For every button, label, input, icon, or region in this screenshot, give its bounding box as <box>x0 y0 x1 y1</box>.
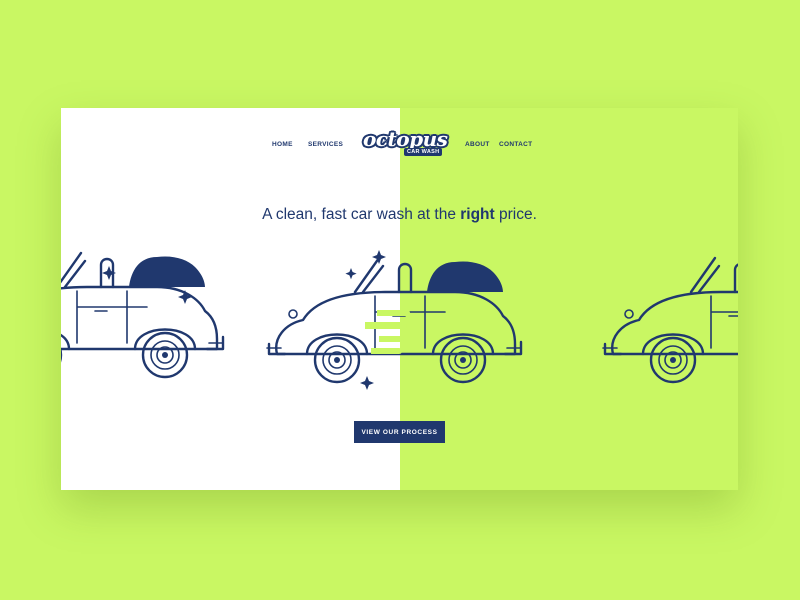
car-left-partial <box>61 251 225 379</box>
car-center-washing <box>265 256 523 384</box>
octopus-logo[interactable]: octopus CAR WASH <box>359 126 448 160</box>
nav-home[interactable]: HOME <box>272 141 293 148</box>
headline-before: A clean, fast car wash at the <box>262 206 461 223</box>
headline-bold: right <box>460 206 495 223</box>
nav-services[interactable]: SERVICES <box>308 141 343 148</box>
sparkle-icon <box>360 376 374 390</box>
nav-contact[interactable]: CONTACT <box>499 141 532 148</box>
hero-headline: A clean, fast car wash at the right pric… <box>61 206 738 224</box>
hero-card: HOME SERVICES ABOUT CONTACT octopus CAR … <box>61 108 738 490</box>
car-right-partial <box>601 256 738 384</box>
nav-about[interactable]: ABOUT <box>465 141 490 148</box>
sparkle-icon <box>345 268 357 280</box>
headline-after: price. <box>494 206 537 223</box>
logo-subtitle: CAR WASH <box>404 148 443 156</box>
view-process-button[interactable]: VIEW OUR PROCESS <box>354 421 445 443</box>
